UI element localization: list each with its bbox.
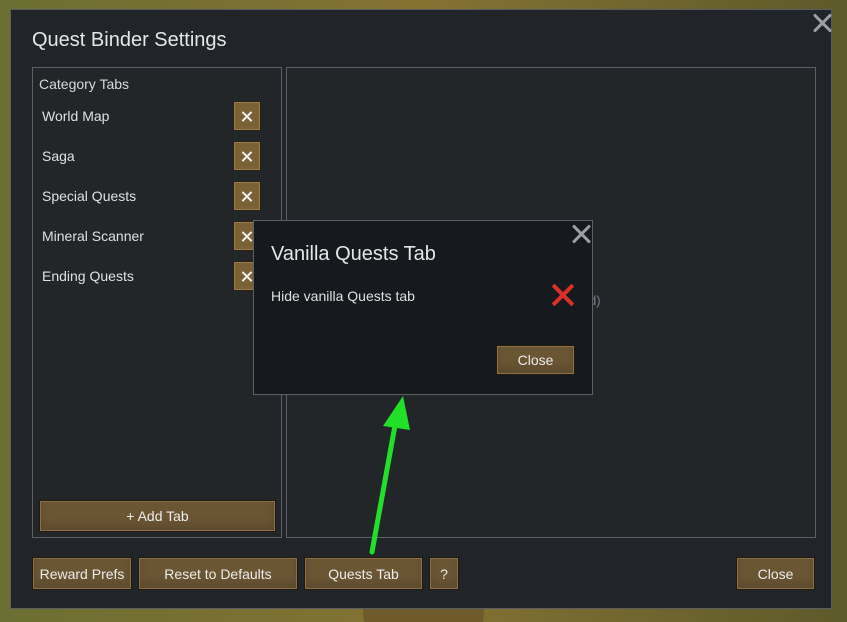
remove-tab-close-icon[interactable] (233, 181, 261, 211)
tab-item-ending-quests: Ending Quests (42, 261, 262, 293)
hide-quests-tab-label: Hide vanilla Quests tab (271, 288, 415, 304)
tab-item-mineral-scanner: Mineral Scanner (42, 221, 262, 253)
remove-tab-close-icon[interactable] (233, 101, 261, 131)
close-button[interactable]: Close (736, 557, 815, 590)
quests-tab-button[interactable]: Quests Tab (304, 557, 423, 590)
tab-item-label: World Map (42, 108, 110, 124)
hide-quests-tab-checkbox-icon[interactable] (551, 283, 575, 307)
reset-defaults-button[interactable]: Reset to Defaults (138, 557, 298, 590)
tab-item-special-quests: Special Quests (42, 181, 262, 213)
add-tab-button[interactable]: + Add Tab (39, 500, 276, 532)
tab-item-label: Ending Quests (42, 268, 134, 284)
window-title: Quest Binder Settings (32, 29, 227, 51)
tab-item-world-map: World Map (42, 101, 262, 133)
vanilla-quests-dialog: Vanilla Quests Tab Hide vanilla Quests t… (253, 220, 593, 395)
help-button[interactable]: ? (429, 557, 459, 590)
remove-tab-close-icon[interactable] (233, 141, 261, 171)
dialog-close-button[interactable]: Close (496, 345, 575, 375)
category-tabs-header: Category Tabs (39, 76, 130, 92)
tab-item-label: Special Quests (42, 188, 137, 204)
dialog-title: Vanilla Quests Tab (271, 243, 436, 265)
dialog-close-icon[interactable] (570, 223, 592, 245)
tab-item-label: Mineral Scanner (42, 228, 144, 244)
window-close-icon[interactable] (811, 12, 833, 34)
tab-item-label: Saga (42, 148, 75, 164)
category-tabs-panel: Category Tabs World Map Saga Special Que… (32, 67, 282, 538)
reward-prefs-button[interactable]: Reward Prefs (32, 557, 132, 590)
tab-item-saga: Saga (42, 141, 262, 173)
